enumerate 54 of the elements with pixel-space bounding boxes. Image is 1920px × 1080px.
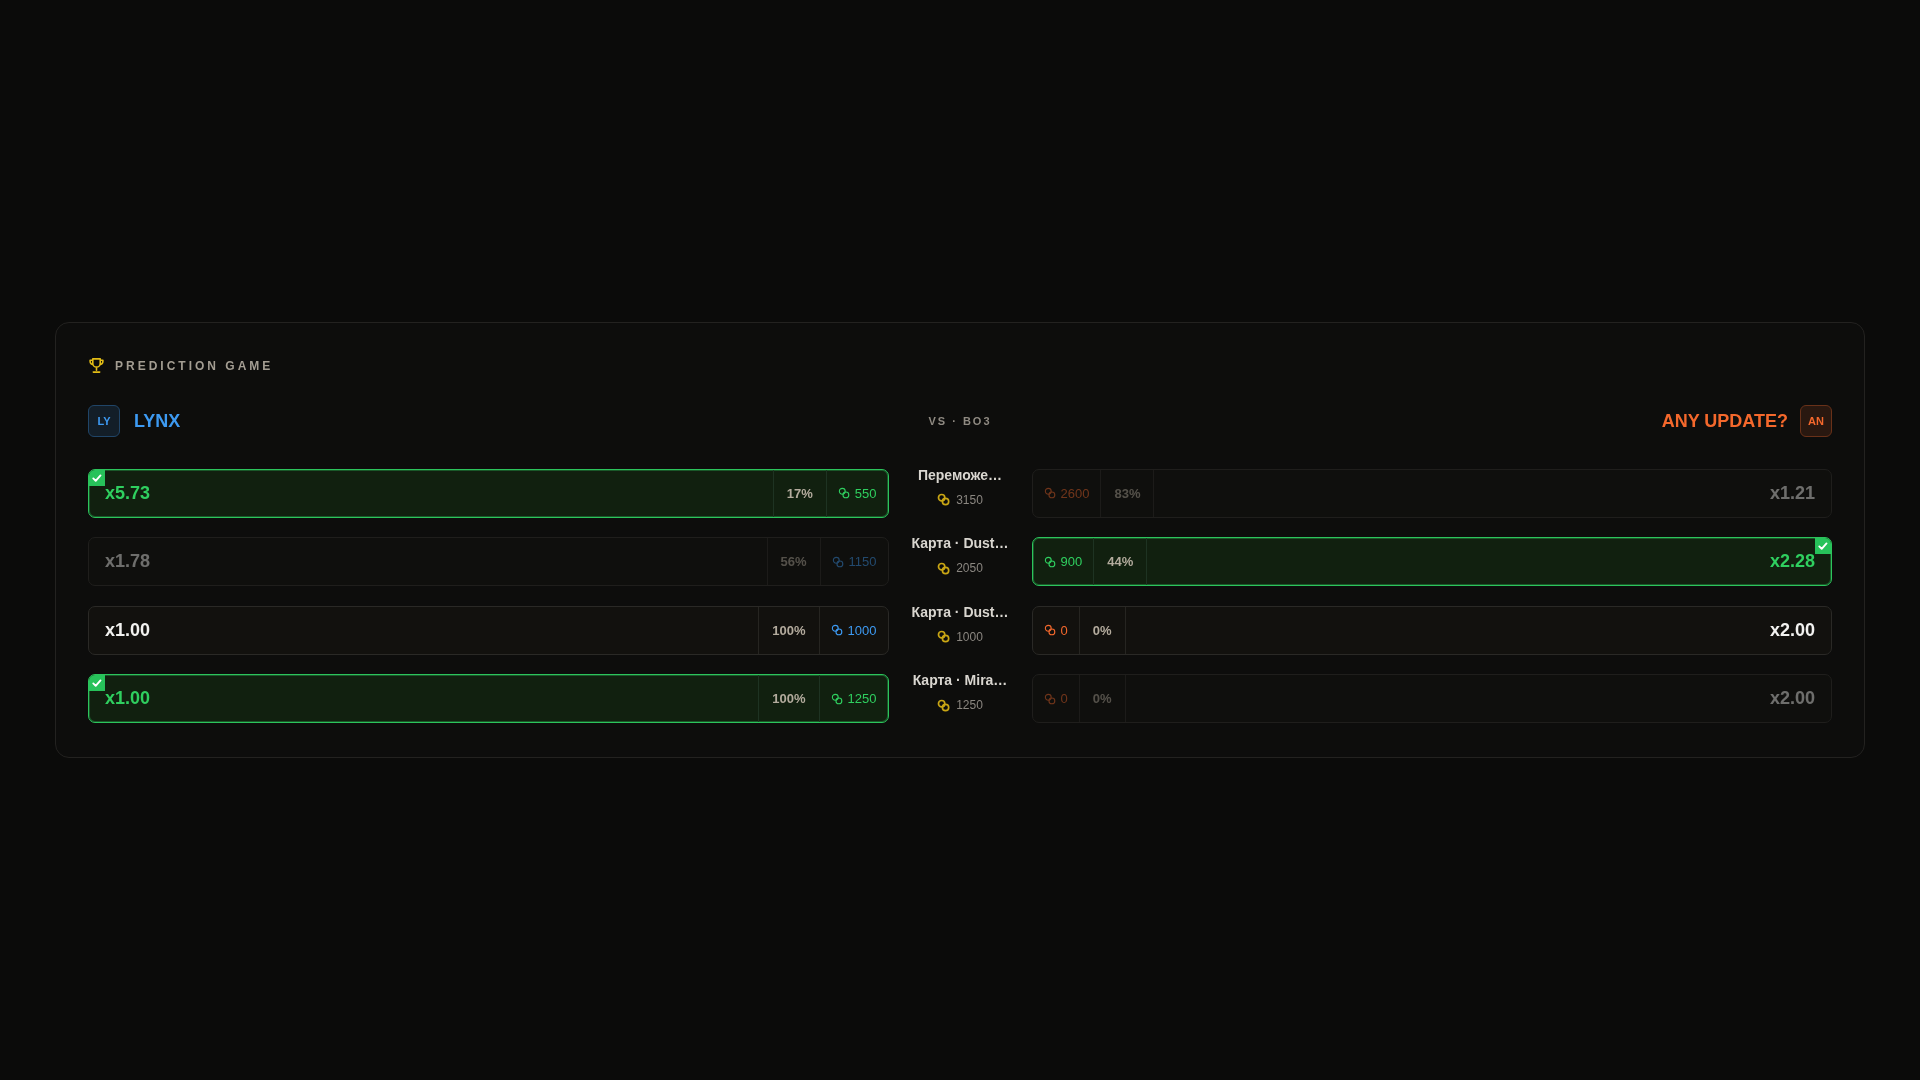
odds-option[interactable]: x5.73 17% 550 — [88, 468, 889, 518]
coins-icon — [1043, 692, 1056, 705]
share-percent: 56% — [779, 554, 808, 570]
match-format: VS · BO3 — [927, 414, 993, 427]
odds-option[interactable]: x1.00 100% 1000 — [88, 605, 889, 655]
odds-option[interactable]: 0 0% x2.00 — [1031, 605, 1832, 655]
coins-icon — [1043, 555, 1056, 568]
coins-icon — [831, 555, 844, 568]
market-name: Переможе… — [917, 466, 1003, 483]
share-percent: 83% — [1113, 485, 1142, 501]
coins-icon — [937, 561, 951, 575]
stake-amount: 1000 — [847, 622, 877, 638]
pool-amount: 3150 — [956, 492, 983, 507]
coins-icon — [830, 624, 843, 637]
market-name: Карта · Dust… — [911, 603, 1009, 620]
coins-icon — [937, 630, 951, 644]
share-percent: 0% — [1091, 691, 1113, 707]
market-name: Карта · Dust… — [911, 535, 1009, 552]
odds-option[interactable]: 2600 83% x1.21 — [1031, 468, 1832, 518]
pool-amount: 2050 — [956, 561, 983, 576]
stake-amount: 0 — [1060, 691, 1068, 707]
coins-icon — [837, 487, 850, 500]
odds-option[interactable]: 900 44% x2.28 — [1031, 537, 1832, 587]
share-percent: 100% — [771, 622, 807, 638]
share-percent: 17% — [785, 485, 814, 501]
team-name: LYNX — [134, 409, 181, 432]
coins-icon — [937, 698, 951, 712]
coins-icon — [830, 692, 843, 705]
odds-option[interactable]: 0 0% x2.00 — [1031, 674, 1832, 724]
stake-amount: 0 — [1060, 622, 1068, 638]
odds-option[interactable]: x1.00 100% 1250 — [88, 674, 889, 724]
card-title: PREDICTION GAME — [115, 357, 274, 374]
share-percent: 0% — [1091, 622, 1113, 638]
coins-icon — [1043, 487, 1056, 500]
coins-icon — [1043, 624, 1056, 637]
odds-option[interactable]: x1.78 56% 1150 — [88, 537, 889, 587]
stake-amount: 1150 — [848, 554, 877, 570]
stake-amount: 2600 — [1060, 485, 1090, 501]
check-icon — [1815, 538, 1831, 555]
coins-icon — [937, 493, 951, 507]
stake-amount: 1250 — [847, 691, 877, 707]
check-icon — [89, 675, 105, 692]
pool-amount: 1250 — [956, 698, 983, 713]
check-icon — [89, 469, 105, 486]
share-percent: 44% — [1106, 554, 1135, 570]
pool-amount: 1000 — [956, 629, 983, 644]
team-badge: LY — [88, 404, 120, 437]
market-name: Карта · Mira… — [912, 672, 1008, 689]
share-percent: 100% — [771, 691, 807, 707]
trophy-icon — [88, 357, 105, 375]
team-name: ANY UPDATE? — [1661, 409, 1788, 432]
stake-amount: 550 — [854, 485, 877, 501]
team-badge: AN — [1800, 404, 1832, 437]
stake-amount: 900 — [1060, 554, 1083, 570]
